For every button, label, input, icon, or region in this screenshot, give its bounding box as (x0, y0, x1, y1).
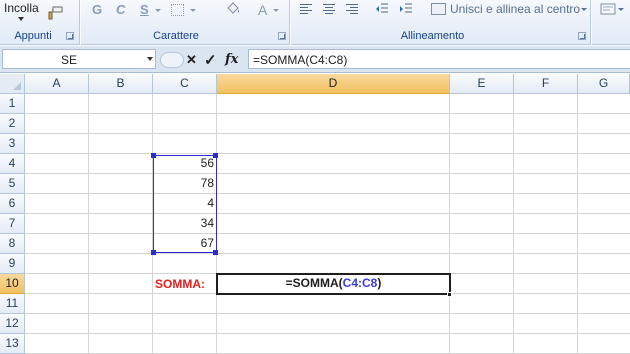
name-box-value: SE (61, 53, 78, 67)
row-header-3[interactable]: 3 (0, 134, 25, 154)
align-center-icon[interactable] (323, 4, 335, 15)
formula-text: =SOMMA(C4:C8) (253, 53, 348, 67)
merge-dropdown-icon[interactable] (581, 8, 587, 11)
range-handle[interactable] (213, 153, 218, 158)
formula-input[interactable]: =SOMMA(C4:C8) (248, 49, 630, 69)
row-header-4[interactable]: 4 (0, 154, 25, 174)
formula-bar-grip-icon[interactable] (160, 52, 184, 68)
merge-icon (431, 3, 446, 15)
align-left-icon[interactable] (300, 4, 312, 15)
column-header-a[interactable]: A (25, 74, 89, 94)
column-header-d[interactable]: D (217, 74, 450, 94)
column-header-e[interactable]: E (450, 74, 514, 94)
borders-dropdown-icon[interactable] (190, 9, 196, 12)
paste-dropdown-icon[interactable] (18, 17, 24, 21)
row-header-7[interactable]: 7 (0, 214, 25, 234)
row-header-5[interactable]: 5 (0, 174, 25, 194)
number-format-icon[interactable] (600, 3, 616, 20)
column-header-b[interactable]: B (89, 74, 153, 94)
paste-button[interactable]: Incolla (4, 1, 39, 15)
range-handle[interactable] (151, 250, 156, 255)
merge-center-label: Unisci e allinea al centro (450, 2, 581, 16)
column-header-f[interactable]: F (514, 74, 578, 94)
worksheet-grid: A B C D E F G 1 2 3 4 5 6 7 8 9 10 11 12… (0, 74, 630, 354)
insert-function-button[interactable]: fx (225, 52, 238, 67)
cancel-icon[interactable]: ✕ (186, 52, 197, 68)
clipboard-launcher-icon[interactable] (66, 32, 74, 40)
group-divider (79, 0, 80, 45)
row-header-11[interactable]: 11 (0, 294, 25, 314)
ribbon: Incolla Appunti G C S A Carattere Unisci… (0, 0, 630, 45)
decrease-indent-icon[interactable] (375, 3, 389, 18)
row-header-12[interactable]: 12 (0, 314, 25, 334)
name-box-dropdown-icon[interactable] (147, 57, 153, 61)
column-header-c[interactable]: C (153, 74, 217, 94)
bold-button[interactable]: G (92, 2, 102, 19)
d10-formula-suffix: ) (377, 276, 382, 290)
group-label-font: Carattere (153, 30, 199, 42)
row-header-13[interactable]: 13 (0, 334, 25, 354)
formula-range-highlight (153, 155, 217, 253)
row-header-1[interactable]: 1 (0, 94, 25, 114)
select-all-button[interactable] (0, 74, 25, 94)
fill-handle[interactable] (447, 292, 452, 297)
d10-formula-range: C4:C8 (342, 276, 378, 290)
row-header-10[interactable]: 10 (0, 274, 25, 294)
row-header-8[interactable]: 8 (0, 234, 25, 254)
alignment-launcher-icon[interactable] (578, 32, 586, 40)
d10-formula-prefix: =SOMMA( (285, 276, 343, 290)
underline-button[interactable]: S (140, 2, 149, 19)
number-format-dropdown-icon[interactable] (618, 8, 624, 11)
range-handle[interactable] (213, 250, 218, 255)
row-header-2[interactable]: 2 (0, 114, 25, 134)
increase-indent-icon[interactable] (399, 3, 413, 18)
formula-bar: SE ✕ ✓ fx =SOMMA(C4:C8) (0, 46, 630, 73)
row-header-9[interactable]: 9 (0, 254, 25, 274)
paste-label: Incolla (4, 1, 39, 15)
name-box[interactable]: SE (2, 49, 156, 69)
enter-icon[interactable]: ✓ (204, 51, 217, 69)
format-painter-icon[interactable] (46, 6, 64, 23)
borders-button-icon[interactable] (171, 4, 184, 16)
group-divider (590, 0, 591, 45)
fill-color-icon[interactable] (224, 1, 242, 22)
cell-b10-label[interactable]: SOMMA: (155, 277, 205, 291)
row-header-6[interactable]: 6 (0, 194, 25, 214)
active-cell-d10[interactable]: =SOMMA(C4:C8) (216, 273, 451, 295)
align-right-icon[interactable] (346, 4, 358, 15)
range-handle[interactable] (151, 153, 156, 158)
font-color-button[interactable]: A (258, 2, 267, 19)
group-label-alignment: Allineamento (400, 30, 465, 42)
group-divider (289, 0, 290, 45)
underline-dropdown-icon[interactable] (155, 9, 161, 12)
italic-button[interactable]: C (116, 2, 125, 19)
group-label-clipboard: Appunti (14, 30, 52, 42)
font-color-dropdown-icon[interactable] (273, 9, 279, 12)
cell-area[interactable] (25, 94, 630, 354)
font-launcher-icon[interactable] (278, 32, 286, 40)
column-header-g[interactable]: G (578, 74, 630, 94)
